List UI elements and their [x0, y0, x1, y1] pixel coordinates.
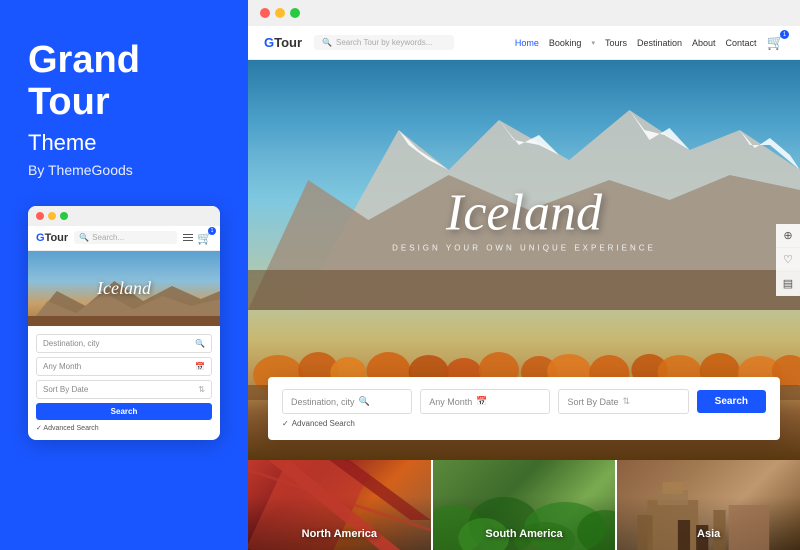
main-title: Grand Tour: [28, 40, 220, 124]
mini-search-button[interactable]: Search: [36, 403, 212, 420]
site-nav-links: Home Booking ▾ Tours Destination About C…: [515, 34, 784, 51]
nav-link-contact[interactable]: Contact: [726, 38, 757, 48]
nav-link-home[interactable]: Home: [515, 38, 539, 48]
mini-dot-red: [36, 212, 44, 220]
month-calendar-icon: 📅: [476, 396, 487, 407]
hero-subtitle: DESIGN YOUR OWN UNIQUE EXPERIENCE: [392, 244, 656, 253]
mini-dot-yellow: [48, 212, 56, 220]
advanced-search-link[interactable]: ✓ Advanced Search: [282, 419, 766, 428]
hero-text-container: Iceland DESIGN YOUR OWN UNIQUE EXPERIENC…: [392, 188, 656, 253]
mini-search-icon: 🔍: [79, 233, 89, 242]
mini-browser-bar: [28, 206, 220, 226]
mini-nav-icons: 🛒 1: [183, 231, 212, 245]
browser-chrome: [248, 0, 800, 26]
search-field-month[interactable]: Any Month 📅: [420, 389, 550, 414]
mini-hamburger-icon[interactable]: [183, 234, 193, 242]
site-hero: Iceland DESIGN YOUR OWN UNIQUE EXPERIENC…: [248, 60, 800, 460]
mini-hero-text: Iceland: [97, 278, 151, 299]
theme-label: Theme: [28, 130, 220, 156]
dest-card-asia[interactable]: Asia: [615, 460, 800, 550]
site-cart-icon[interactable]: 🛒 1: [767, 34, 784, 51]
dest-card-south-america-label: South America: [433, 528, 616, 540]
search-form-overlay: Destination, city 🔍 Any Month 📅 Sort By …: [268, 377, 780, 440]
sort-icon: ⇅: [622, 396, 630, 407]
site-cart-badge: 1: [780, 30, 789, 39]
widget-list-icon[interactable]: ▤: [776, 272, 800, 296]
dest-card-south-america[interactable]: South America: [431, 460, 616, 550]
right-panel: GTour 🔍 Search Tour by keywords... Home …: [248, 0, 800, 550]
destination-cards: North America South America: [248, 460, 800, 550]
mini-logo: GTour: [36, 232, 68, 244]
mini-nav: GTour 🔍 Search... 🛒 1: [28, 226, 220, 251]
mini-cart-count: 1: [208, 227, 216, 235]
author-label: By ThemeGoods: [28, 162, 220, 178]
mini-form: Destination, city 🔍 Any Month 📅 Sort By …: [28, 326, 220, 440]
mini-dot-green: [60, 212, 68, 220]
widget-settings-icon[interactable]: ⊕: [776, 224, 800, 248]
site-logo: GTour: [264, 35, 302, 50]
nav-link-tours[interactable]: Tours: [605, 38, 627, 48]
widget-heart-icon[interactable]: ♡: [776, 248, 800, 272]
mini-field-month[interactable]: Any Month 📅: [36, 357, 212, 376]
dot-yellow: [275, 8, 285, 18]
website-content: GTour 🔍 Search Tour by keywords... Home …: [248, 26, 800, 550]
dest-card-asia-label: Asia: [617, 528, 800, 540]
nav-link-destination[interactable]: Destination: [637, 38, 682, 48]
site-search-bar[interactable]: 🔍 Search Tour by keywords...: [314, 35, 454, 50]
mini-cart-icon[interactable]: 🛒 1: [197, 231, 212, 245]
search-button[interactable]: Search: [697, 390, 766, 413]
site-search-icon: 🔍: [322, 38, 332, 47]
hero-title: Iceland: [392, 188, 656, 240]
browser-window: GTour 🔍 Search Tour by keywords... Home …: [248, 0, 800, 550]
search-field-destination[interactable]: Destination, city 🔍: [282, 389, 412, 414]
nav-link-booking[interactable]: Booking: [549, 38, 582, 48]
left-panel: Grand Tour Theme By ThemeGoods GTour 🔍 S…: [0, 0, 248, 550]
mini-field-destination[interactable]: Destination, city 🔍: [36, 334, 212, 353]
nav-link-about[interactable]: About: [692, 38, 716, 48]
destination-search-icon: 🔍: [359, 396, 370, 407]
site-nav: GTour 🔍 Search Tour by keywords... Home …: [248, 26, 800, 60]
mini-field-sort[interactable]: Sort By Date ⇅: [36, 380, 212, 399]
dest-card-north-america[interactable]: North America: [248, 460, 431, 550]
mini-search-bar[interactable]: 🔍 Search...: [74, 231, 177, 244]
dot-green: [290, 8, 300, 18]
mini-browser-mockup: GTour 🔍 Search... 🛒 1: [28, 206, 220, 440]
search-field-sort[interactable]: Sort By Date ⇅: [558, 389, 688, 414]
search-form-row: Destination, city 🔍 Any Month 📅 Sort By …: [282, 389, 766, 414]
mini-advanced-search[interactable]: ✓ Advanced Search: [36, 424, 212, 432]
site-sidebar-widgets: ⊕ ♡ ▤: [776, 224, 800, 296]
mini-hero: Iceland: [28, 251, 220, 326]
dot-red: [260, 8, 270, 18]
dest-card-north-america-label: North America: [248, 528, 431, 540]
